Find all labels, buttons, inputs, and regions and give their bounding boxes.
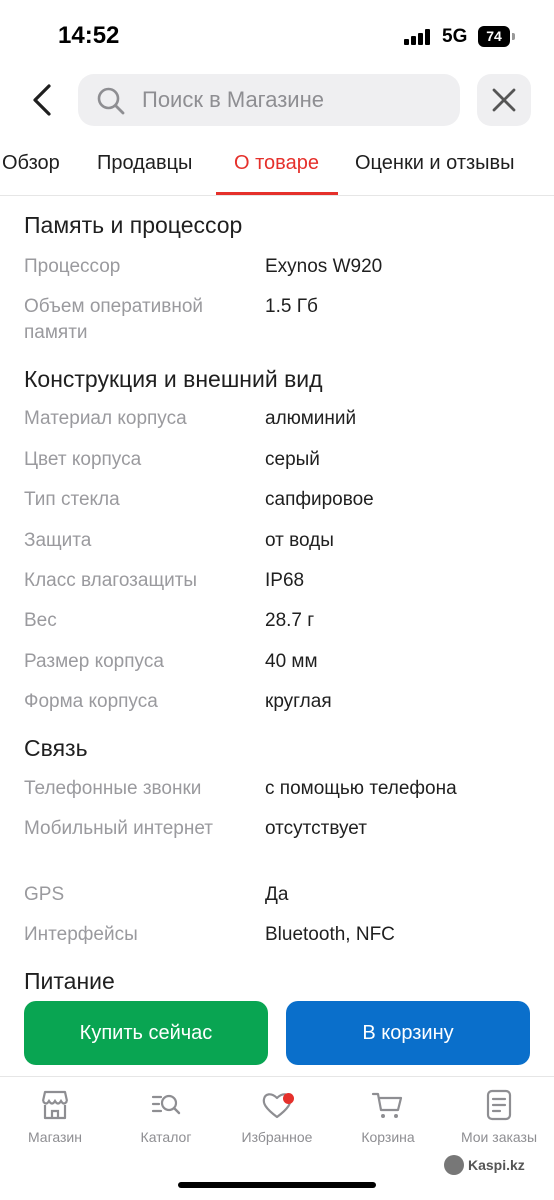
nav-label: Корзина — [361, 1129, 415, 1145]
close-icon — [492, 88, 516, 112]
nav-item-cart[interactable]: Корзина — [333, 1087, 443, 1145]
spec-label: Мобильный интернет — [24, 818, 213, 839]
spec-value: отсутствует — [265, 818, 367, 839]
section-title-power: Питание — [24, 968, 115, 994]
kaspi-watermark: Kaspi.kz — [444, 1155, 525, 1175]
status-time: 14:52 — [58, 22, 120, 49]
spec-label: Объем оперативной памяти — [24, 296, 204, 343]
section-title-design: Конструкция и внешний вид — [24, 366, 323, 392]
spec-label: Цвет корпуса — [24, 449, 142, 470]
nav-item-catalog[interactable]: Каталог — [111, 1087, 221, 1145]
kaspi-logo-icon — [444, 1155, 464, 1175]
tab-bar: Обзор Продавцы О товаре Оценки и отзывы — [0, 140, 554, 196]
chevron-left-icon — [33, 84, 51, 116]
spec-label: Тип стекла — [24, 489, 120, 510]
tab-sellers[interactable]: Продавцы — [97, 152, 192, 175]
header — [0, 70, 554, 130]
section-title-memory: Память и процессор — [24, 212, 243, 238]
orders-icon — [486, 1089, 512, 1121]
action-bar: Купить сейчас В корзину — [0, 1000, 554, 1068]
tab-about-product[interactable]: О товаре — [234, 152, 319, 175]
close-button[interactable] — [477, 74, 531, 126]
network-type: 5G — [442, 26, 468, 47]
spec-value: сапфировое — [265, 489, 374, 510]
tab-reviews[interactable]: Оценки и отзывы — [355, 152, 515, 175]
nav-label: Избранное — [241, 1129, 313, 1145]
spec-value: от воды — [265, 530, 334, 551]
search-icon — [97, 87, 125, 115]
catalog-search-icon — [151, 1094, 181, 1115]
spec-label: Процессор — [24, 256, 121, 277]
notification-badge — [283, 1093, 294, 1104]
spec-value: 1.5 Гб — [265, 296, 318, 317]
spec-value: Да — [265, 884, 289, 905]
spec-value: круглая — [265, 691, 332, 712]
watermark-text: Kaspi.kz — [468, 1157, 525, 1173]
spec-value: алюминий — [265, 408, 357, 429]
store-icon — [41, 1090, 69, 1120]
spec-label: Материал корпуса — [24, 408, 187, 429]
specifications-list: Память и процессор Процессор Exynos W920… — [0, 210, 554, 994]
nav-item-store[interactable]: Магазин — [0, 1087, 110, 1145]
spec-value: 40 мм — [265, 651, 318, 672]
spec-label: Класс влагозащиты — [24, 570, 198, 591]
search-box[interactable] — [78, 74, 460, 126]
section-title-connectivity: Связь — [24, 735, 88, 761]
home-indicator — [178, 1182, 376, 1188]
spec-value: Bluetooth, NFC — [265, 924, 395, 945]
spec-label: Вес — [24, 610, 57, 631]
spec-value: 28.7 г — [265, 610, 315, 631]
spec-label: Форма корпуса — [24, 691, 158, 712]
spec-label: Защита — [24, 530, 92, 551]
spec-label: GPS — [24, 884, 65, 905]
tab-overview[interactable]: Обзор — [2, 152, 60, 175]
spec-value: IP68 — [265, 570, 305, 591]
cart-icon — [371, 1092, 403, 1118]
spec-value: Exynos W920 — [265, 256, 383, 277]
spec-value: с помощью телефона — [265, 778, 457, 799]
spec-label: Интерфейсы — [24, 924, 138, 945]
search-input[interactable] — [142, 74, 442, 126]
battery-tip — [512, 33, 515, 40]
spec-label: Размер корпуса — [24, 651, 164, 672]
spec-value: серый — [265, 449, 320, 470]
nav-item-favorites[interactable]: Избранное — [222, 1087, 332, 1145]
nav-label: Каталог — [140, 1129, 192, 1145]
spec-label: Телефонные звонки — [24, 778, 202, 799]
signal-icon — [404, 29, 432, 45]
status-bar: 14:52 5G 74 — [0, 0, 554, 70]
nav-label: Мои заказы — [460, 1129, 538, 1145]
back-button[interactable] — [22, 80, 62, 120]
nav-label: Магазин — [27, 1129, 82, 1145]
buy-now-button[interactable]: Купить сейчас — [24, 1001, 268, 1065]
battery-icon: 74 — [478, 26, 510, 47]
add-to-cart-button[interactable]: В корзину — [286, 1001, 530, 1065]
active-tab-indicator — [216, 192, 338, 195]
bottom-navigation: Магазин Каталог Избранное Корзина Мои за… — [0, 1076, 554, 1200]
nav-item-orders[interactable]: Мои заказы — [444, 1087, 554, 1145]
